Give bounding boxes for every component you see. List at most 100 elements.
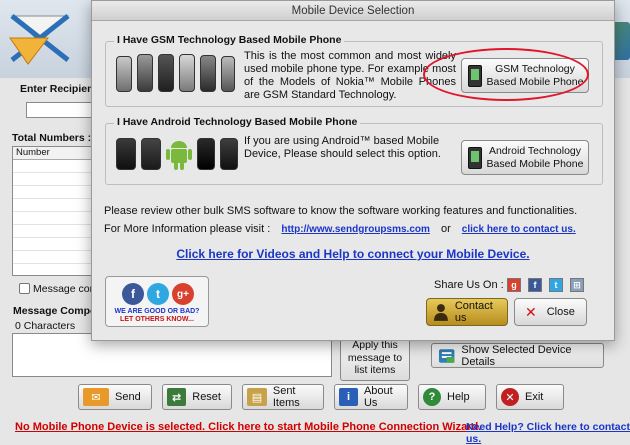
envelope-icon: ✉ bbox=[83, 388, 109, 406]
android-description: If you are using Android™ based Mobile D… bbox=[244, 135, 441, 160]
gsm-description: This is the most common and most widely … bbox=[244, 50, 456, 101]
show-device-details-label: Show Selected Device Details bbox=[461, 343, 572, 368]
phone-icon bbox=[220, 138, 238, 170]
gsm-button-label: GSM Technology Based Mobile Phone bbox=[482, 63, 588, 89]
connection-wizard-link[interactable]: No Mobile Phone Device is selected. Clic… bbox=[15, 421, 481, 433]
android-phone-icon bbox=[468, 146, 482, 169]
android-button-label: Android Technology Based Mobile Phone bbox=[482, 145, 588, 171]
about-us-button[interactable]: i About Us bbox=[334, 384, 408, 410]
website-link[interactable]: http://www.sendgroupsms.com bbox=[281, 224, 430, 235]
number-column-header: Number bbox=[13, 147, 95, 160]
info-icon: i bbox=[339, 388, 358, 406]
more-info-line: For More Information please visit : http… bbox=[104, 223, 576, 235]
folder-icon: ▤ bbox=[247, 388, 267, 406]
rate-us-line: WE ARE GOOD OR BAD? bbox=[114, 308, 200, 315]
twitter-icon[interactable]: t bbox=[147, 283, 169, 305]
show-device-details-button[interactable]: Show Selected Device Details bbox=[431, 343, 604, 368]
sent-items-label: Sent Items bbox=[272, 385, 300, 409]
other-share-icon[interactable]: ⊞ bbox=[570, 278, 584, 292]
phone-icon bbox=[179, 54, 195, 92]
reset-button[interactable]: ⇄ Reset bbox=[162, 384, 232, 410]
google-plus-share-icon[interactable]: g bbox=[507, 278, 521, 292]
exit-icon: ✕ bbox=[501, 388, 519, 406]
contact-us-label: Contact us bbox=[454, 300, 493, 324]
help-label: Help bbox=[447, 391, 470, 403]
gsm-button-line: Based Mobile Phone bbox=[486, 75, 584, 88]
gsm-group-legend: I Have GSM Technology Based Mobile Phone bbox=[114, 34, 345, 46]
help-button[interactable]: ? Help bbox=[418, 384, 486, 410]
gsm-phone-icon bbox=[468, 64, 482, 87]
message-checkbox[interactable] bbox=[19, 283, 30, 294]
android-phones-image bbox=[116, 138, 238, 170]
message-compose-label: Message Compos bbox=[13, 305, 103, 317]
table-row bbox=[13, 173, 95, 186]
numbers-table[interactable]: Number bbox=[12, 146, 96, 276]
phone-icon bbox=[200, 55, 216, 92]
share-us-label: Share Us On : bbox=[434, 279, 504, 291]
device-details-icon bbox=[438, 348, 455, 363]
bottom-toolbar: ✉ Send ⇄ Reset ▤ Sent Items i About Us ?… bbox=[78, 384, 564, 410]
apply-button-line: message to bbox=[347, 351, 403, 364]
phone-icon bbox=[137, 54, 153, 92]
video-help-link[interactable]: Click here for Videos and Help to connec… bbox=[91, 247, 615, 261]
characters-count: 0 Characters bbox=[15, 320, 76, 332]
rate-us-line: LET OTHERS KNOW... bbox=[120, 316, 194, 323]
close-icon: ✕ bbox=[525, 303, 537, 320]
exit-button[interactable]: ✕ Exit bbox=[496, 384, 564, 410]
table-row bbox=[13, 199, 95, 212]
apply-button-line: list items bbox=[354, 364, 396, 376]
android-button-line: Based Mobile Phone bbox=[486, 157, 584, 170]
contact-us-link[interactable]: click here to contact us. bbox=[462, 224, 576, 235]
sent-items-button[interactable]: ▤ Sent Items bbox=[242, 384, 324, 410]
phone-icon bbox=[116, 56, 132, 92]
table-row bbox=[13, 186, 95, 199]
phone-icon bbox=[141, 138, 161, 170]
rate-us-banner[interactable]: WE ARE GOOD OR BAD? LET OTHERS KNOW... bbox=[110, 308, 204, 325]
phone-icon bbox=[116, 138, 136, 170]
android-button-line: Android Technology bbox=[488, 144, 582, 157]
message-checkbox-label: Message con bbox=[33, 283, 96, 295]
table-row bbox=[13, 160, 95, 173]
phone-icon bbox=[197, 138, 215, 170]
android-group: I Have Android Technology Based Mobile P… bbox=[105, 116, 603, 185]
table-row bbox=[13, 238, 95, 251]
apply-message-button[interactable]: Apply this message to list items bbox=[340, 335, 410, 381]
need-help-link[interactable]: Need Help? Click here to contact us. bbox=[466, 421, 630, 445]
android-group-legend: I Have Android Technology Based Mobile P… bbox=[114, 116, 361, 128]
or-text: or bbox=[440, 223, 451, 235]
facebook-share-icon[interactable]: f bbox=[528, 278, 542, 292]
gsm-group: I Have GSM Technology Based Mobile Phone… bbox=[105, 34, 603, 107]
close-label: Close bbox=[546, 306, 575, 318]
table-row bbox=[13, 251, 95, 264]
table-row bbox=[13, 212, 95, 225]
twitter-share-icon[interactable]: t bbox=[549, 278, 563, 292]
recipient-input[interactable] bbox=[26, 102, 94, 118]
contact-us-button[interactable]: Contact us bbox=[426, 298, 508, 326]
table-row bbox=[13, 225, 95, 238]
dialog-title: Mobile Device Selection bbox=[92, 1, 614, 21]
exit-label: Exit bbox=[525, 391, 544, 403]
phone-icon bbox=[221, 56, 235, 92]
gsm-phones-image bbox=[116, 54, 235, 92]
about-us-label: About Us bbox=[363, 385, 393, 409]
android-robot-icon bbox=[166, 141, 192, 170]
person-icon bbox=[433, 304, 448, 321]
android-phone-button[interactable]: Android Technology Based Mobile Phone bbox=[461, 140, 589, 175]
reset-arrows-icon: ⇄ bbox=[167, 388, 187, 406]
social-rating-box[interactable]: f t g+ WE ARE GOOD OR BAD? LET OTHERS KN… bbox=[105, 276, 209, 327]
phone-icon bbox=[158, 54, 174, 92]
send-button[interactable]: ✉ Send bbox=[78, 384, 152, 410]
total-numbers-label: Total Numbers : bbox=[12, 132, 92, 144]
google-plus-icon[interactable]: g+ bbox=[172, 283, 194, 305]
reset-label: Reset bbox=[192, 391, 221, 403]
help-icon: ? bbox=[423, 388, 441, 406]
send-label: Send bbox=[115, 391, 141, 403]
review-text: Please review other bulk SMS software to… bbox=[104, 205, 578, 217]
gsm-button-line: GSM Technology bbox=[495, 62, 575, 75]
enter-recipient-label: Enter Recipient bbox=[20, 83, 98, 95]
gsm-phone-button[interactable]: GSM Technology Based Mobile Phone bbox=[461, 58, 589, 93]
close-button[interactable]: ✕ Close bbox=[514, 298, 587, 326]
facebook-icon[interactable]: f bbox=[122, 283, 144, 305]
more-info-label: For More Information please visit : bbox=[104, 223, 271, 235]
envelope-logo-icon bbox=[9, 14, 70, 65]
